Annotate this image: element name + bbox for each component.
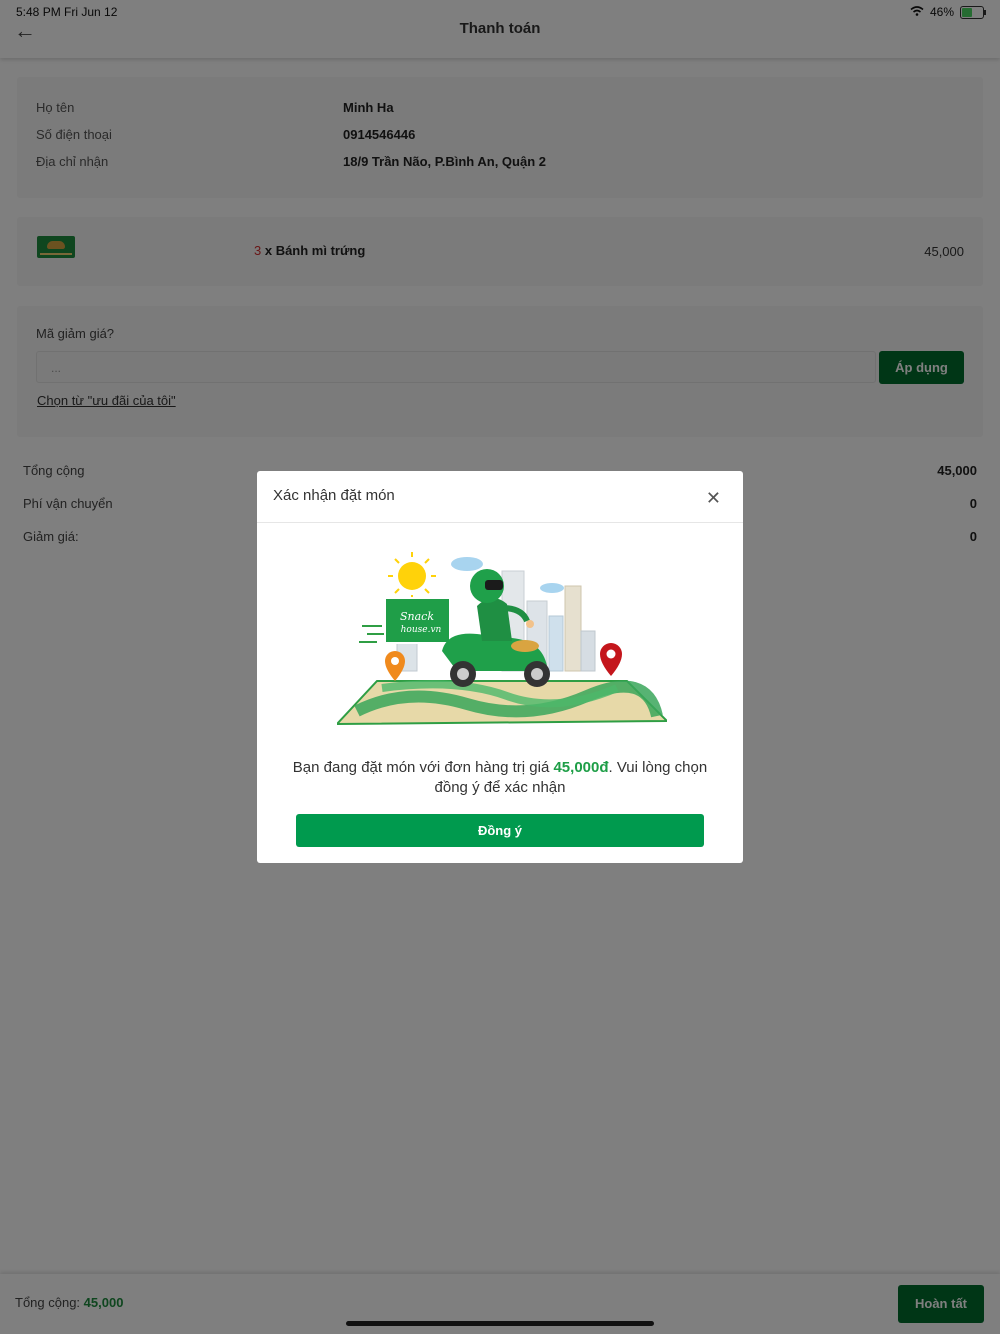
- delivery-scooter-illustration: Snack house.vn: [337, 552, 667, 726]
- order-amount: 45,000đ: [553, 759, 609, 776]
- close-icon[interactable]: ✕: [706, 488, 721, 509]
- logo-text-icon: Snack: [400, 610, 434, 623]
- confirm-button[interactable]: Đồng ý: [296, 814, 704, 847]
- dialog-header: Xác nhận đặt món ✕: [257, 471, 743, 523]
- home-indicator: [346, 1321, 654, 1326]
- logo-text-icon: house.vn: [401, 625, 442, 635]
- message-prefix: Bạn đang đặt món với đơn hàng trị giá: [292, 759, 554, 776]
- dialog-title: Xác nhận đặt món: [273, 487, 395, 504]
- dialog-message: Bạn đang đặt món với đơn hàng trị giá 45…: [277, 758, 723, 798]
- confirm-order-dialog: Xác nhận đặt món ✕ Snack house.vn Bạn đa…: [257, 471, 743, 863]
